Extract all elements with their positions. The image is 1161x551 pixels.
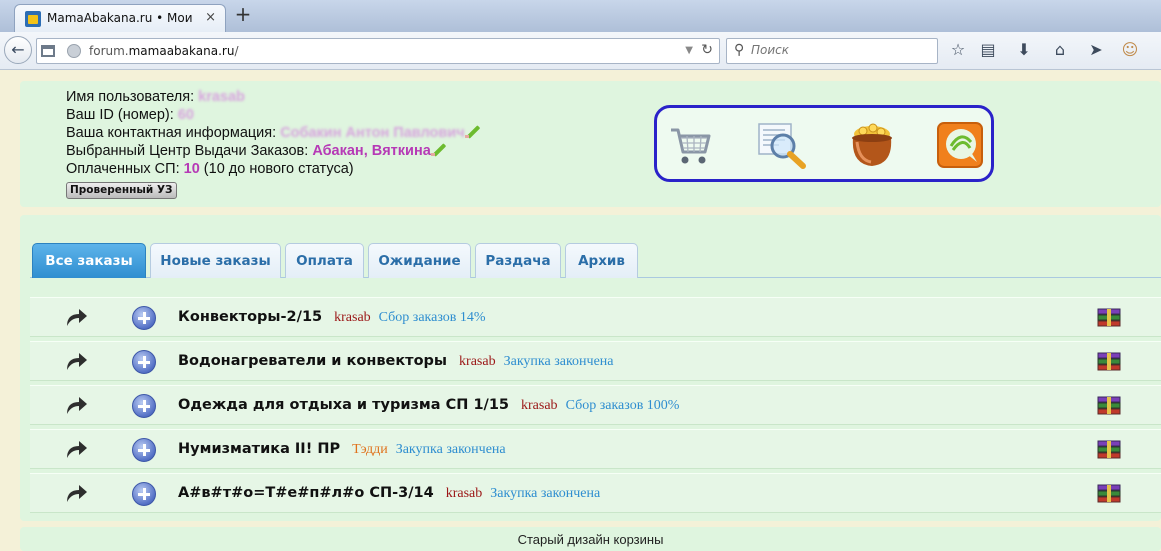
paid-count-note: (10 до нового статуса) <box>203 161 354 177</box>
edit-contact-icon[interactable] <box>464 124 481 138</box>
username-row: Имя пользователя: krasab <box>66 89 245 105</box>
arrow-icon[interactable] <box>64 306 88 328</box>
tab-new-orders[interactable]: Новые заказы <box>150 243 281 278</box>
archive-icon[interactable] <box>1097 308 1121 328</box>
arrow-icon[interactable] <box>64 394 88 416</box>
order-title[interactable]: Нумизматика II! ПР <box>178 441 340 457</box>
order-row[interactable]: Одежда для отдыха и туризма СП 1/15 krasa… <box>30 385 1161 425</box>
search-input[interactable] <box>751 43 931 57</box>
bookmarks-list-icon[interactable]: ▤ <box>978 40 998 60</box>
page-content: Имя пользователя: krasab Ваш ID (номер):… <box>0 71 1161 551</box>
order-organizer[interactable]: krasab <box>334 310 371 325</box>
url-history-dropdown-icon[interactable]: ▼ <box>685 45 693 56</box>
reload-icon[interactable]: ↻ <box>701 42 713 58</box>
tab-payment[interactable]: Оплата <box>285 243 364 278</box>
tab-all-orders[interactable]: Все заказы <box>32 243 146 278</box>
order-title[interactable]: Водонагреватели и конвекторы <box>178 353 447 369</box>
order-organizer[interactable]: Тэдди <box>352 442 388 457</box>
archive-icon[interactable] <box>1097 396 1121 416</box>
globe-icon <box>67 44 81 58</box>
arrow-icon[interactable] <box>64 482 88 504</box>
url-text[interactable]: forum.mamaabakana.ru/ <box>89 44 238 58</box>
magnify-icon[interactable] <box>757 122 807 170</box>
user-id-row: Ваш ID (номер): 60 <box>66 107 194 123</box>
order-line: А#в#т#о=Т#е#п#л#о СП-3/14 krasab Закупка з… <box>178 485 600 502</box>
back-button[interactable]: ← <box>4 36 32 64</box>
user-info-lines: Имя пользователя: krasab Ваш ID (номер):… <box>66 88 481 178</box>
order-row[interactable]: Водонагреватели и конвекторы krasab Закупк… <box>30 341 1161 381</box>
order-status[interactable]: Закупка закончена <box>396 442 506 457</box>
add-to-cart-plus-icon[interactable] <box>132 438 156 462</box>
order-title[interactable]: Конвекторы-2/15 <box>178 309 322 325</box>
site-favicon-icon <box>25 11 41 27</box>
share-icon[interactable]: ➤ <box>1086 40 1106 60</box>
contact-value: Собакин Антон Павлович <box>280 125 465 141</box>
navigation-bar: ← forum.mamaabakana.ru/ ▼ ↻ ⚲ ☆ ▤ ⬇ ⌂ ➤ … <box>0 32 1161 70</box>
add-to-cart-plus-icon[interactable] <box>132 306 156 330</box>
downloads-icon[interactable]: ⬇ <box>1014 40 1034 60</box>
tab-strip: MamaAbakana.ru • Мои за... × + <box>0 0 1161 32</box>
bookmark-star-icon[interactable]: ☆ <box>948 40 968 60</box>
order-line: Одежда для отдыха и туризма СП 1/15 krasa… <box>178 397 679 414</box>
order-row[interactable]: А#в#т#о=Т#е#п#л#о СП-3/14 krasab Закупка з… <box>30 473 1161 513</box>
search-box[interactable]: ⚲ <box>726 38 938 64</box>
order-row[interactable]: Конвекторы-2/15 krasab Сбор заказов 14% <box>30 297 1161 337</box>
order-organizer[interactable]: krasab <box>446 486 483 501</box>
user-info-panel: Имя пользователя: krasab Ваш ID (номер):… <box>20 81 1161 207</box>
add-to-cart-plus-icon[interactable] <box>132 350 156 374</box>
cart-icon[interactable] <box>669 124 713 168</box>
order-title[interactable]: Одежда для отдыха и туризма СП 1/15 <box>178 397 509 413</box>
browser-tab[interactable]: MamaAbakana.ru • Мои за... × <box>14 4 226 32</box>
orders-panel: Все заказы Новые заказы Оплата Ожидание … <box>20 215 1161 521</box>
profile-avatar-icon[interactable]: ☺ <box>1120 40 1140 60</box>
arrow-icon[interactable] <box>64 438 88 460</box>
site-identity-icon[interactable] <box>41 45 55 57</box>
edit-pickup-center-icon[interactable] <box>430 142 447 156</box>
home-icon[interactable]: ⌂ <box>1050 40 1070 60</box>
order-status[interactable]: Сбор заказов 14% <box>379 310 486 325</box>
order-status[interactable]: Закупка закончена <box>490 486 600 501</box>
coin-pot-icon[interactable] <box>847 120 897 170</box>
archive-icon[interactable] <box>1097 484 1121 504</box>
order-organizer[interactable]: krasab <box>521 398 558 413</box>
order-status[interactable]: Закупка закончена <box>504 354 614 369</box>
order-row[interactable]: Нумизматика II! ПР Тэдди Закупка закончена <box>30 429 1161 469</box>
add-to-cart-plus-icon[interactable] <box>132 394 156 418</box>
username-value: krasab <box>198 89 245 105</box>
archive-icon[interactable] <box>1097 440 1121 460</box>
order-line: Водонагреватели и конвекторы krasab Закупк… <box>178 353 614 370</box>
user-id-value: 60 <box>177 107 194 123</box>
paid-count-row: Оплаченных СП: 10 (10 до нового статуса) <box>66 161 354 177</box>
old-cart-design-link[interactable]: Старый дизайн корзины <box>20 527 1161 551</box>
close-tab-icon[interactable]: × <box>205 10 216 25</box>
order-organizer[interactable]: krasab <box>459 354 496 369</box>
address-bar[interactable]: forum.mamaabakana.ru/ ▼ ↻ <box>36 38 720 64</box>
tab-title: MamaAbakana.ru • Мои за... <box>47 11 197 25</box>
search-icon: ⚲ <box>734 42 745 58</box>
paid-count: 10 <box>183 161 200 177</box>
tab-archive[interactable]: Архив <box>565 243 638 278</box>
contact-row: Ваша контактная информация: Собакин Анто… <box>66 124 481 142</box>
chat-icon[interactable] <box>937 122 983 168</box>
order-line: Нумизматика II! ПР Тэдди Закупка закончена <box>178 441 506 458</box>
add-to-cart-plus-icon[interactable] <box>132 482 156 506</box>
verified-account-button[interactable]: Проверенный УЗ <box>66 182 177 199</box>
tab-distribution[interactable]: Раздача <box>475 243 561 278</box>
order-title[interactable]: А#в#т#о=Т#е#п#л#о СП-3/14 <box>178 485 434 501</box>
quick-actions-box <box>654 105 994 182</box>
pickup-center-row: Выбранный Центр Выдачи Заказов: Абакан, … <box>66 142 481 160</box>
order-line: Конвекторы-2/15 krasab Сбор заказов 14% <box>178 309 486 326</box>
order-status[interactable]: Сбор заказов 100% <box>566 398 680 413</box>
tab-waiting[interactable]: Ожидание <box>368 243 471 278</box>
pickup-center-value: Абакан, Вяткина <box>312 143 431 159</box>
archive-icon[interactable] <box>1097 352 1121 372</box>
new-tab-button[interactable]: + <box>232 4 254 26</box>
arrow-icon[interactable] <box>64 350 88 372</box>
order-tabs: Все заказы Новые заказы Оплата Ожидание … <box>30 241 1161 278</box>
